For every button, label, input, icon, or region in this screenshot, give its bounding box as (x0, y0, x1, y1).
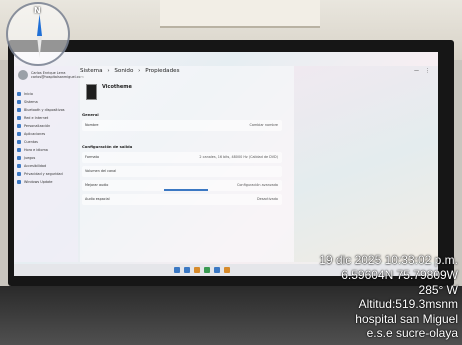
clock-icon (17, 148, 21, 153)
breadcrumb-item[interactable]: Sonido (114, 68, 133, 74)
apps-icon (17, 132, 21, 137)
breadcrumb-item: Propiedades (145, 68, 180, 74)
system-icon (17, 100, 21, 105)
stamp-location: hospital san Miguel (355, 311, 458, 326)
sidebar-item-10[interactable]: Privacidad y seguridad (17, 172, 63, 177)
brush-icon (17, 124, 21, 129)
compass-watermark: N (6, 2, 70, 66)
sidebar-item-0[interactable]: Inicio (17, 92, 33, 97)
settings-main-pane: Sistema › Sonido › Propiedades Vicotheme… (80, 66, 294, 262)
sidebar-item-3[interactable]: Red e Internet (17, 116, 48, 121)
row-volume[interactable]: Volumen del canal (82, 166, 282, 177)
browser-icon[interactable] (204, 267, 210, 273)
accounts-icon (17, 140, 21, 145)
section-output: Configuración de salida (82, 144, 133, 149)
shield-icon (17, 172, 21, 177)
stamp-heading: 285° W (418, 282, 458, 297)
breadcrumb-separator: › (107, 68, 110, 74)
accessibility-icon (17, 164, 21, 169)
bluetooth-icon (17, 108, 21, 113)
compass-north-label: N (34, 6, 41, 15)
background-window (294, 66, 438, 262)
stamp-coordinates: 6.59604N 75.79809W (341, 268, 458, 283)
breadcrumb-item[interactable]: Sistema (80, 68, 103, 74)
window-controls: — ⋮ (414, 68, 430, 74)
more-icon[interactable]: ⋮ (425, 68, 430, 74)
start-icon[interactable] (174, 267, 180, 273)
gamepad-icon (17, 156, 21, 161)
sidebar-item-9[interactable]: Accesibilidad (17, 164, 46, 169)
breadcrumb-separator: › (138, 68, 141, 74)
stamp-institution: e.s.e sucre-olaya (366, 326, 458, 341)
settings-sidebar: Carlos Enrique Lerra carlos@hospitalsanm… (14, 66, 84, 262)
search-icon[interactable] (184, 267, 190, 273)
background-shelf (160, 0, 320, 28)
user-email: carlos@hospitalsanmiguel.com (31, 75, 84, 79)
home-icon (17, 92, 21, 97)
app-icon[interactable] (224, 267, 230, 273)
folder-icon[interactable] (194, 267, 200, 273)
compass-needle-icon (37, 14, 42, 58)
network-icon (17, 116, 21, 121)
row-spatial[interactable]: Audio espacial Desactivado (82, 194, 282, 205)
sidebar-item-8[interactable]: Juegos (17, 156, 35, 161)
user-profile[interactable]: Carlos Enrique Lerra carlos@hospitalsanm… (18, 70, 84, 80)
avatar (18, 70, 28, 80)
sidebar-item-7[interactable]: Hora e idioma (17, 148, 48, 153)
monitor-icon (86, 84, 97, 100)
sidebar-item-6[interactable]: Cuentas (17, 140, 38, 145)
device-header: Vicotheme (86, 84, 132, 100)
update-icon (17, 180, 21, 185)
row-format[interactable]: Formato 2 canales, 16 bits, 48000 Hz (Ca… (82, 152, 282, 163)
section-general: General (82, 112, 99, 117)
sidebar-item-4[interactable]: Personalización (17, 124, 50, 129)
row-name[interactable]: Nombre Cambiar nombre (82, 120, 282, 131)
app-icon[interactable] (214, 267, 220, 273)
stamp-altitude: Altitud:519.3msnm (358, 297, 458, 312)
volume-slider[interactable] (164, 189, 208, 191)
monitor-screen: Carlos Enrique Lerra carlos@hospitalsanm… (14, 52, 438, 276)
breadcrumb: Sistema › Sonido › Propiedades (80, 68, 183, 74)
stamp-datetime: 19 dic 2025 10:33:02 p.m. (319, 253, 458, 268)
minimize-icon[interactable]: — (414, 68, 419, 74)
sidebar-item-5[interactable]: Aplicaciones (17, 132, 45, 137)
gps-stamp-overlay: 19 dic 2025 10:33:02 p.m. 6.59604N 75.79… (319, 253, 458, 341)
sidebar-item-1[interactable]: Sistema (17, 100, 38, 105)
sidebar-item-2[interactable]: Bluetooth y dispositivos (17, 108, 65, 113)
sidebar-item-11[interactable]: Windows Update (17, 180, 53, 185)
device-name: Vicotheme (102, 84, 132, 90)
